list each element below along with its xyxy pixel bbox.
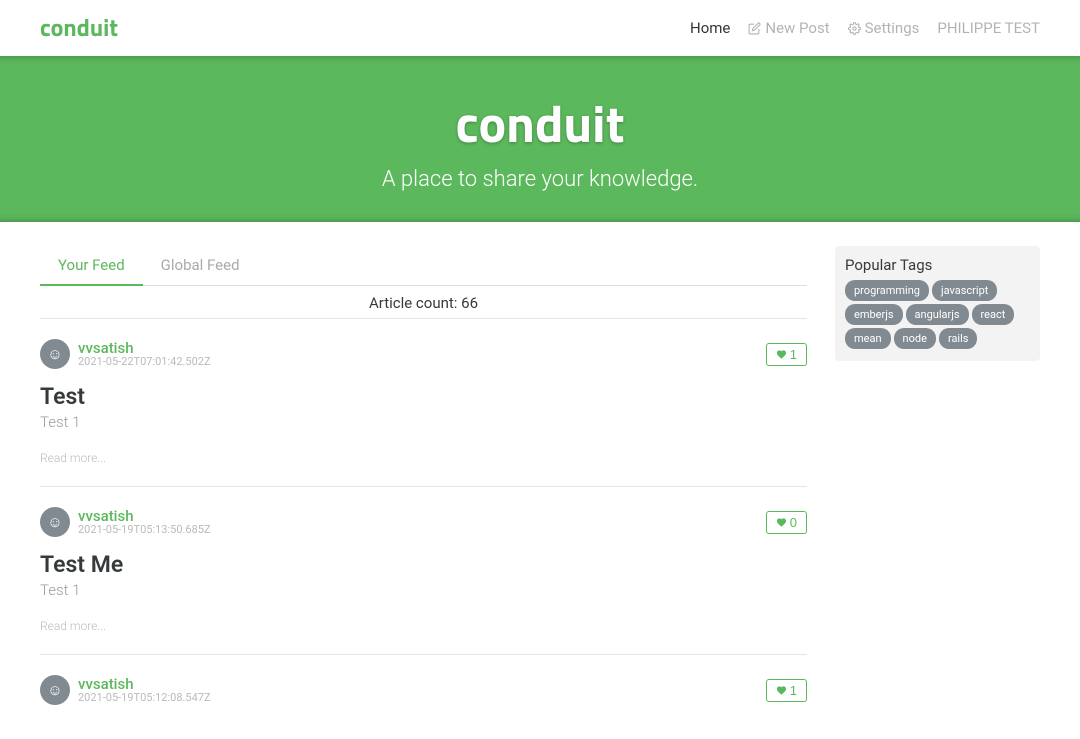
article-preview: ☺ vvsatish 2021-05-19T05:12:08.547Z 1	[40, 654, 807, 739]
article-date: 2021-05-19T05:13:50.685Z	[78, 524, 211, 536]
nav-home[interactable]: Home	[690, 19, 730, 37]
main-container: Your Feed Global Feed Article count: 66 …	[40, 222, 1040, 739]
like-count: 1	[790, 347, 797, 362]
article-desc: Test 1	[40, 581, 807, 599]
compose-icon	[748, 22, 761, 35]
article-meta: ☺ vvsatish 2021-05-22T07:01:42.502Z 1	[40, 339, 807, 369]
tag-mean[interactable]: mean	[845, 328, 891, 349]
smiley-icon: ☺	[47, 345, 62, 363]
tag-react[interactable]: react	[972, 304, 1015, 325]
article-title[interactable]: Test Me	[40, 551, 807, 578]
smiley-icon: ☺	[47, 513, 62, 531]
sidebar: Popular Tags programming javascript embe…	[835, 246, 1040, 739]
article-meta: ☺ vvsatish 2021-05-19T05:12:08.547Z 1	[40, 675, 807, 705]
article-preview: ☺ vvsatish 2021-05-22T07:01:42.502Z 1 Te…	[40, 318, 807, 486]
article-date: 2021-05-19T05:12:08.547Z	[78, 692, 211, 704]
author-info: vvsatish 2021-05-19T05:12:08.547Z	[78, 676, 211, 705]
avatar[interactable]: ☺	[40, 507, 70, 537]
tags-title: Popular Tags	[845, 256, 1030, 274]
nav-profile[interactable]: PHILIPPE TEST	[937, 19, 1040, 37]
author-info: vvsatish 2021-05-19T05:13:50.685Z	[78, 508, 211, 537]
read-more-link[interactable]: Read more...	[40, 451, 106, 465]
like-count: 0	[790, 515, 797, 530]
smiley-icon: ☺	[47, 681, 62, 699]
article-count: Article count: 66	[40, 286, 807, 318]
like-button[interactable]: 0	[766, 511, 807, 534]
banner-subtitle: A place to share your knowledge.	[0, 167, 1080, 192]
article-desc: Test 1	[40, 413, 807, 431]
author-link[interactable]: vvsatish	[78, 508, 211, 525]
article-title[interactable]: Test	[40, 383, 807, 410]
tab-global-feed[interactable]: Global Feed	[143, 246, 258, 286]
tag-emberjs[interactable]: emberjs	[845, 304, 903, 325]
main-column: Your Feed Global Feed Article count: 66 …	[40, 246, 807, 739]
brand-logo[interactable]: conduit	[40, 10, 118, 46]
like-button[interactable]: 1	[766, 343, 807, 366]
read-more-link[interactable]: Read more...	[40, 619, 106, 633]
like-button[interactable]: 1	[766, 679, 807, 702]
avatar[interactable]: ☺	[40, 339, 70, 369]
tag-programming[interactable]: programming	[845, 280, 929, 301]
banner: conduit A place to share your knowledge.	[0, 56, 1080, 222]
tag-javascript[interactable]: javascript	[932, 280, 997, 301]
author-link[interactable]: vvsatish	[78, 676, 211, 693]
banner-title: conduit	[0, 84, 1080, 163]
heart-icon	[776, 685, 787, 696]
nav-settings-label: Settings	[865, 19, 920, 37]
feed-toggle: Your Feed Global Feed	[40, 246, 807, 286]
article-date: 2021-05-22T07:01:42.502Z	[78, 356, 211, 368]
tab-your-feed[interactable]: Your Feed	[40, 246, 143, 286]
heart-icon	[776, 349, 787, 360]
tag-node[interactable]: node	[894, 328, 936, 349]
nav-links: Home New Post Settings PHILIPPE TEST	[690, 19, 1040, 37]
avatar[interactable]: ☺	[40, 675, 70, 705]
navbar: conduit Home New Post Settings PHILIPPE …	[40, 0, 1040, 56]
article-meta: ☺ vvsatish 2021-05-19T05:13:50.685Z 0	[40, 507, 807, 537]
article-preview: ☺ vvsatish 2021-05-19T05:13:50.685Z 0 Te…	[40, 486, 807, 654]
nav-settings[interactable]: Settings	[848, 19, 920, 37]
author-link[interactable]: vvsatish	[78, 340, 211, 357]
tag-angularjs[interactable]: angularjs	[906, 304, 969, 325]
popular-tags-box: Popular Tags programming javascript embe…	[835, 246, 1040, 361]
nav-new-post-label: New Post	[765, 19, 829, 37]
nav-new-post[interactable]: New Post	[748, 19, 829, 37]
author-info: vvsatish 2021-05-22T07:01:42.502Z	[78, 340, 211, 369]
heart-icon	[776, 517, 787, 528]
tag-rails[interactable]: rails	[939, 328, 978, 349]
gear-icon	[848, 22, 861, 35]
like-count: 1	[790, 683, 797, 698]
tags-list: programming javascript emberjs angularjs…	[845, 280, 1030, 349]
